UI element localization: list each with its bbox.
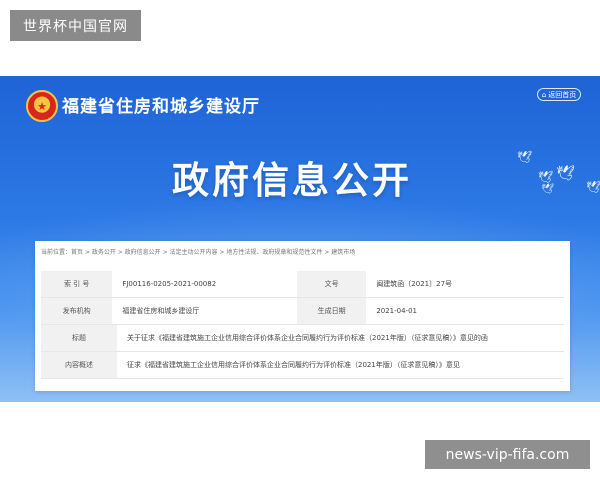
org-value: 福建省住房和城乡建设厅 [122, 307, 200, 315]
dove-icon: 🕊 [541, 184, 554, 195]
home-icon: ⌂ [541, 90, 547, 99]
summary-label: 内容概述 [41, 352, 117, 378]
table-row: 标题 关于征求《福建省建筑施工企业信用综合评价体系企业合同履约行为评价标准（20… [41, 325, 564, 352]
site-badge: 世界杯中国官网 [10, 10, 141, 41]
info-table: 索 引 号 FJ00116-0205-2021-00082 文号 闽建筑函〔20… [41, 271, 564, 379]
table-row: 内容概述 征求《福建省建筑施工企业信用综合评价体系企业合同履约行为评价标准（20… [41, 352, 564, 379]
summary-value: 征求《福建省建筑施工企业信用综合评价体系企业合同履约行为评价标准（2021年版）… [127, 361, 460, 369]
title-label: 标题 [41, 325, 117, 351]
org-label: 发布机构 [41, 298, 113, 324]
docno-label: 文号 [296, 271, 367, 297]
breadcrumb: 当前位置：首页 > 政务公开 > 政府信息公开 > 法定主动公开内容 > 地方性… [41, 249, 356, 256]
index-label: 索 引 号 [41, 271, 113, 297]
dove-icon: 🕊 [556, 164, 576, 182]
title-value[interactable]: 关于征求《福建省建筑施工企业信用综合评价体系企业合同履约行为评价标准（2021年… [117, 325, 564, 351]
home-button-label: 返回首页 [548, 90, 577, 99]
department-title: 福建省住房和城乡建设厅 [62, 97, 260, 117]
dove-icon: 🕊 [538, 170, 554, 184]
national-emblem-icon: ★ [26, 90, 58, 122]
home-button[interactable]: ⌂ 返回首页 [537, 88, 581, 101]
table-row: 索 引 号 FJ00116-0205-2021-00082 文号 闽建筑函〔20… [41, 271, 564, 298]
watermark: news-vip-fifa.com [425, 440, 590, 469]
screenshot-image: ★ 福建省住房和城乡建设厅 ⌂ 返回首页 政府信息公开 🕊 🕊 🕊 🕊 🕊 当前… [0, 76, 600, 402]
banner-title: 政府信息公开 [172, 158, 412, 202]
index-value: FJ00116-0205-2021-00082 [122, 280, 217, 288]
table-row: 发布机构 福建省住房和城乡建设厅 生成日期 2021-04-01 [41, 298, 564, 325]
info-panel: 当前位置：首页 > 政务公开 > 政府信息公开 > 法定主动公开内容 > 地方性… [35, 241, 570, 391]
date-label: 生成日期 [296, 298, 367, 324]
docno-value: 闽建筑函〔2021〕27号 [376, 280, 453, 288]
dove-icon: 🕊 [517, 150, 533, 164]
dove-icon: 🕊 [586, 180, 600, 194]
date-value: 2021-04-01 [376, 307, 417, 315]
